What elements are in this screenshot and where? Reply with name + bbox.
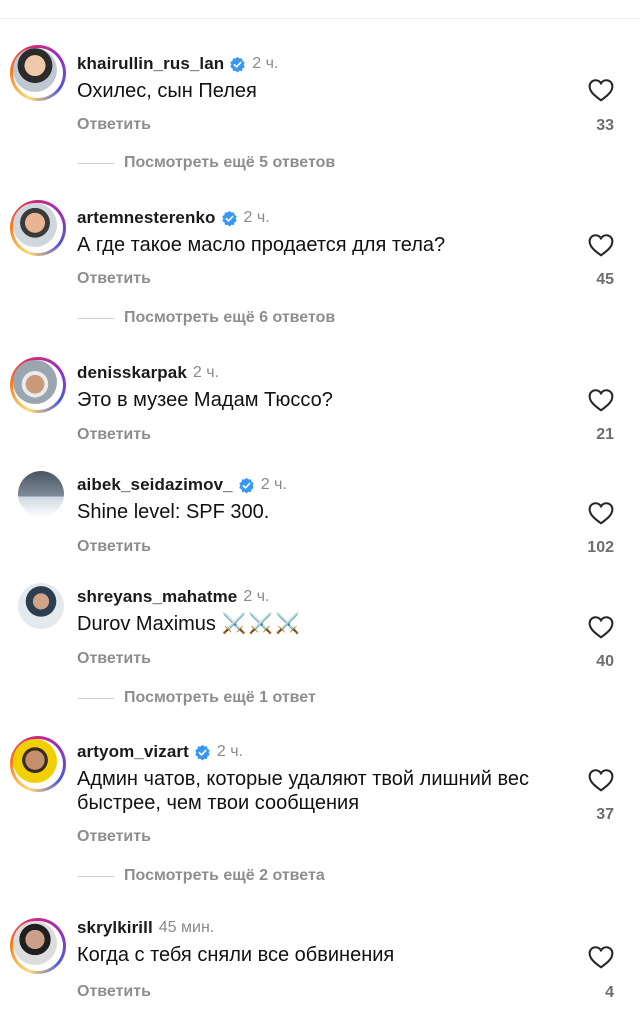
avatar[interactable] — [10, 357, 66, 413]
like-count: 40 — [596, 653, 614, 670]
replies-divider — [78, 162, 114, 164]
view-more-replies[interactable]: Посмотреть ещё 5 ответов — [78, 154, 335, 172]
avatar[interactable] — [10, 45, 66, 101]
replies-divider — [78, 697, 114, 699]
avatar[interactable] — [10, 200, 66, 256]
replies-divider — [78, 875, 114, 877]
crossed-swords-icon: ⚔️⚔️⚔️ — [221, 613, 303, 635]
reply-button[interactable]: Ответить — [77, 828, 151, 846]
view-more-replies[interactable]: Посмотреть ещё 6 ответов — [78, 309, 335, 327]
comment-header: aibek_seidazimov_ 2 ч. — [77, 473, 287, 497]
comment-header: khairullin_rus_lan 2 ч. — [77, 52, 278, 76]
comment-time: 45 мин. — [158, 919, 215, 936]
verified-badge-icon — [195, 744, 210, 760]
comment-text: Durov Maximus ⚔️⚔️⚔️ — [77, 612, 537, 636]
heart-icon[interactable] — [588, 501, 614, 525]
comment-text: А где такое масло продается для тела? — [77, 234, 446, 256]
reply-button[interactable]: Ответить — [77, 116, 151, 134]
heart-icon[interactable] — [588, 233, 614, 257]
comment-header: artyom_vizart 2 ч. — [77, 740, 243, 764]
username[interactable]: khairullin_rus_lan — [77, 54, 224, 74]
avatar[interactable] — [10, 736, 66, 792]
verified-badge-icon — [221, 210, 237, 226]
avatar[interactable] — [10, 918, 66, 974]
view-more-replies-label: Посмотреть ещё 1 ответ — [124, 689, 316, 706]
view-more-replies-label: Посмотреть ещё 2 ответа — [124, 867, 325, 884]
comment-header: skrylkirill 45 мин. — [77, 916, 214, 940]
reply-button[interactable]: Ответить — [77, 538, 151, 556]
like-count: 21 — [596, 426, 614, 443]
comment-header: denisskarpak 2 ч. — [77, 361, 219, 385]
view-more-replies[interactable]: Посмотреть ещё 2 ответа — [78, 867, 325, 885]
top-divider — [0, 18, 640, 19]
comment-header: shreyans_mahatme 2 ч. — [77, 585, 269, 609]
like-count: 33 — [596, 117, 614, 134]
heart-icon[interactable] — [588, 945, 614, 969]
comment-time: 2 ч. — [252, 55, 279, 72]
comment-time: 2 ч. — [243, 209, 270, 226]
view-more-replies[interactable]: Посмотреть ещё 1 ответ — [78, 689, 316, 707]
view-more-replies-label: Посмотреть ещё 6 ответов — [124, 309, 336, 326]
like-count: 102 — [587, 539, 614, 556]
reply-button[interactable]: Ответить — [77, 650, 151, 668]
comment-text: Охилес, сын Пелея — [77, 80, 257, 102]
reply-button[interactable]: Ответить — [77, 426, 151, 444]
heart-icon[interactable] — [588, 388, 614, 412]
comment-text: Это в музее Мадам Тюссо? — [77, 389, 333, 411]
heart-icon[interactable] — [588, 768, 614, 792]
comment-time: 2 ч. — [260, 476, 287, 493]
reply-button[interactable]: Ответить — [77, 983, 151, 1001]
comment-header: artemnesterenko 2 ч. — [77, 206, 270, 230]
avatar[interactable] — [18, 471, 64, 517]
like-count: 4 — [605, 984, 614, 1001]
username[interactable]: skrylkirill — [77, 918, 153, 938]
comment-time: 2 ч. — [216, 743, 243, 760]
comment-text: Когда с тебя сняли все обвинения — [77, 944, 395, 966]
comment-text: Shine level: SPF 300. — [77, 501, 270, 523]
username[interactable]: artyom_vizart — [77, 742, 189, 762]
username[interactable]: aibek_seidazimov_ — [77, 475, 233, 495]
heart-icon[interactable] — [588, 78, 614, 102]
verified-badge-icon — [239, 477, 254, 493]
comment-time: 2 ч. — [192, 364, 219, 381]
reply-button[interactable]: Ответить — [77, 270, 151, 288]
verified-badge-icon — [230, 56, 246, 72]
comment-text: Админ чатов, которые удаляют твой лишний… — [77, 768, 530, 814]
like-count: 37 — [596, 806, 614, 823]
comment-time: 2 ч. — [243, 588, 270, 605]
username[interactable]: denisskarpak — [77, 363, 187, 383]
username[interactable]: artemnesterenko — [77, 208, 216, 228]
avatar[interactable] — [18, 583, 64, 629]
replies-divider — [78, 317, 114, 319]
view-more-replies-label: Посмотреть ещё 5 ответов — [124, 154, 336, 171]
heart-icon[interactable] — [588, 615, 614, 639]
like-count: 45 — [596, 271, 614, 288]
comment-text-body: Durov Maximus — [77, 613, 216, 635]
username[interactable]: shreyans_mahatme — [77, 587, 237, 607]
